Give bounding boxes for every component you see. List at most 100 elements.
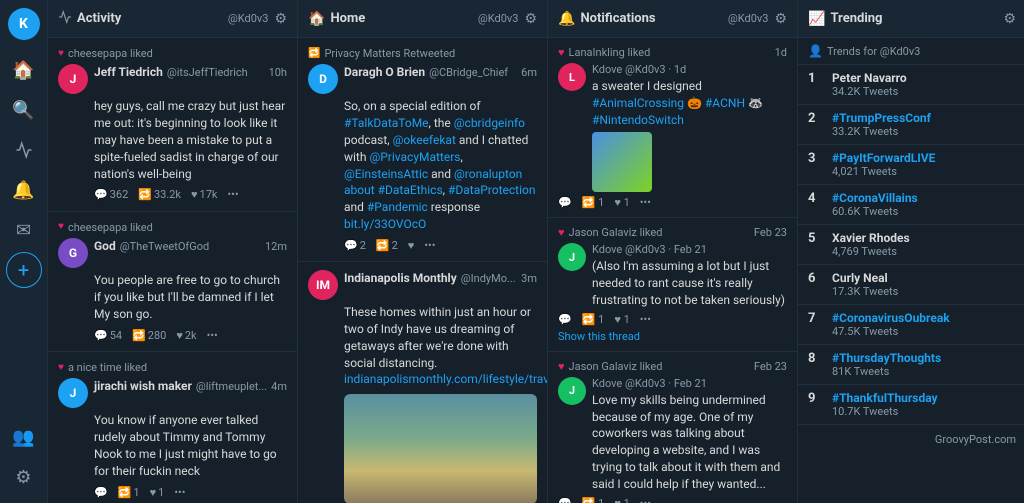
home-tweet-1-meta: 🔁 Privacy Matters Retweeted — [308, 46, 537, 61]
trend-7-name[interactable]: #CoronavirusOubreak — [832, 311, 1016, 325]
tweet-3-retweet[interactable]: 🔁 1 — [118, 485, 140, 500]
activity-column-settings[interactable]: ⚙ — [274, 11, 287, 27]
tweet-2-author-block: God @TheTweetOfGod 12m — [94, 238, 287, 255]
trend-5-name[interactable]: Xavier Rhodes — [832, 231, 1016, 245]
tweet-1-reply[interactable]: 💬 362 — [94, 187, 128, 202]
tweet-2-author[interactable]: God — [94, 238, 116, 255]
trending-column-settings[interactable]: ⚙ — [1003, 11, 1016, 27]
trend-9[interactable]: 9 #ThankfulThursday 10.7K Tweets — [798, 385, 1024, 425]
home-tweet-1-retweet[interactable]: 🔁 2 — [376, 238, 398, 253]
notif-1-like[interactable]: ♥ 1 — [614, 196, 629, 209]
notif-3-like[interactable]: ♥ 1 — [614, 497, 629, 503]
sidebar-icon-home[interactable]: 🏠 — [6, 52, 42, 88]
trend-7[interactable]: 7 #CoronavirusOubreak 47.5K Tweets — [798, 305, 1024, 345]
trend-8[interactable]: 8 #ThursdayThoughts 81K Tweets — [798, 345, 1024, 385]
notif-2-reply[interactable]: 💬 — [558, 313, 572, 326]
mention-link-4[interactable]: @EinsteinsAttic — [344, 167, 428, 181]
trend-5-count: 4,769 Tweets — [832, 245, 1016, 258]
notifications-column-settings[interactable]: ⚙ — [774, 11, 787, 27]
sidebar-icon-settings[interactable]: ⚙ — [6, 459, 42, 495]
trend-2[interactable]: 2 #TrumpPressConf 33.2K Tweets — [798, 105, 1024, 145]
notifications-column-title: Notifications — [580, 11, 727, 26]
notif-2-like[interactable]: ♥ 1 — [614, 313, 629, 326]
home-column-settings[interactable]: ⚙ — [524, 11, 537, 27]
trend-7-info: #CoronavirusOubreak 47.5K Tweets — [832, 311, 1016, 338]
home-column-header: 🏠 Home @Kd0v3 ⚙ — [298, 0, 547, 38]
home-tweet-1-reply[interactable]: 💬 2 — [344, 238, 366, 253]
indy-link[interactable]: indianapolismonthly.com/lifestyle/trav..… — [344, 372, 547, 386]
notif-2-liker: Jason Galaviz liked — [569, 226, 663, 239]
sidebar-icon-search[interactable]: 🔍 — [6, 92, 42, 128]
account-avatar[interactable]: K — [8, 8, 40, 40]
mention-link-1[interactable]: @cbridgeinfo — [454, 116, 525, 130]
tweet-1-more[interactable]: ••• — [227, 187, 238, 202]
tweet-1-author[interactable]: Jeff Tiedrich — [94, 64, 163, 81]
hashtag-link[interactable]: #TalkDataToMe — [344, 116, 429, 130]
trend-6-name[interactable]: Curly Neal — [832, 271, 1016, 285]
home-tweet-1-like[interactable]: ♥ — [408, 238, 415, 253]
tweet-1-like[interactable]: ♥ 17k — [191, 187, 217, 202]
hashtag-data-ethics[interactable]: #DataEthics — [378, 183, 443, 197]
heart-icon-3: ♥ — [58, 361, 64, 375]
notif-2-retweet[interactable]: 🔁 1 — [582, 313, 605, 326]
sidebar-icon-add[interactable]: + — [6, 252, 42, 288]
notif-1-actions: 💬 🔁 1 ♥ 1 ••• — [558, 196, 787, 209]
tweet-3-like[interactable]: ♥ 1 — [150, 485, 165, 500]
tweet-2-retweet[interactable]: 🔁 280 — [132, 328, 166, 343]
tweet-2-like[interactable]: ♥ 2k — [176, 328, 196, 343]
sidebar-icon-messages[interactable]: ✉ — [6, 212, 42, 248]
trend-3-name[interactable]: #PayItForwardLIVE — [832, 151, 1016, 165]
home-tweet-1-author[interactable]: Daragh O Brien — [344, 64, 425, 81]
notif-1-image — [592, 132, 652, 192]
mention-link-3[interactable]: @PrivacyMatters — [369, 150, 460, 164]
sidebar-icon-notifications[interactable]: 🔔 — [6, 172, 42, 208]
trend-6[interactable]: 6 Curly Neal 17.3K Tweets — [798, 265, 1024, 305]
trend-6-info: Curly Neal 17.3K Tweets — [832, 271, 1016, 298]
hashtag-pandemic[interactable]: #Pandemic — [367, 200, 428, 214]
notif-2-more[interactable]: ••• — [640, 313, 651, 326]
trend-4-name[interactable]: #CoronaVillains — [832, 191, 1016, 205]
trend-5[interactable]: 5 Xavier Rhodes 4,769 Tweets — [798, 225, 1024, 265]
home-tweet-1-author-row: Daragh O Brien @CBridge_Chief 6m — [344, 64, 537, 81]
sidebar-icon-activity[interactable] — [6, 132, 42, 168]
notif-1-content: L Kdove @Kd0v3 · 1d a sweater I designed… — [558, 63, 787, 192]
about-text: about — [344, 183, 375, 197]
mention-link-2[interactable]: @okeefekat — [393, 133, 456, 147]
home-column-title: Home — [330, 11, 477, 26]
tweet-2-reply[interactable]: 💬 54 — [94, 328, 122, 343]
hashtag-ac[interactable]: #AnimalCrossing — [592, 96, 684, 110]
home-tweet-2-author[interactable]: Indianapolis Monthly — [344, 270, 457, 287]
notif-3-more[interactable]: ••• — [640, 497, 651, 503]
trend-1-name[interactable]: Peter Navarro — [832, 71, 1016, 85]
tweet-3-author[interactable]: jirachi wish maker — [94, 378, 192, 395]
tweet-2-handle: @TheTweetOfGod — [120, 239, 209, 254]
tweet-3-more[interactable]: ••• — [174, 485, 185, 500]
trend-4-count: 60.6K Tweets — [832, 205, 1016, 218]
trend-3-info: #PayItForwardLIVE 4,021 Tweets — [832, 151, 1016, 178]
notif-1-reply[interactable]: 💬 — [558, 196, 572, 209]
trend-9-name[interactable]: #ThankfulThursday — [832, 391, 1016, 405]
trend-2-name[interactable]: #TrumpPressConf — [832, 111, 1016, 125]
sidebar-icon-people[interactable]: 👥 — [6, 419, 42, 455]
show-thread-link[interactable]: Show this thread — [558, 326, 787, 343]
home-column-handle: @Kd0v3 — [478, 12, 519, 25]
hashtag-acnh[interactable]: #ACNH — [705, 96, 745, 110]
home-tweet-1-more[interactable]: ••• — [424, 238, 435, 253]
tweet-1-retweet[interactable]: 🔁 33.2k — [138, 187, 181, 202]
tweet-1-meta: ♥ cheesepapa liked — [58, 46, 287, 61]
tweet-3-reply[interactable]: 💬 — [94, 485, 108, 500]
trend-4[interactable]: 4 #CoronaVillains 60.6K Tweets — [798, 185, 1024, 225]
notif-3-reply[interactable]: 💬 — [558, 497, 572, 503]
trend-3[interactable]: 3 #PayItForwardLIVE 4,021 Tweets — [798, 145, 1024, 185]
mention-link-5[interactable]: @ronalupton — [454, 167, 522, 181]
notif-2-time: Feb 23 — [754, 226, 787, 239]
hashtag-nintendo[interactable]: #NintendoSwitch — [592, 113, 684, 127]
trend-1[interactable]: 1 Peter Navarro 34.2K Tweets — [798, 65, 1024, 105]
notif-1-more[interactable]: ••• — [640, 196, 651, 209]
tweet-2-more[interactable]: ••• — [207, 328, 218, 343]
bit-link[interactable]: bit.ly/33OVOcO — [344, 217, 426, 231]
hashtag-data-protection[interactable]: #DataProtection — [448, 183, 536, 197]
notif-1-retweet[interactable]: 🔁 1 — [582, 196, 605, 209]
notif-3-retweet[interactable]: 🔁 1 — [582, 497, 605, 503]
trend-8-name[interactable]: #ThursdayThoughts — [832, 351, 1016, 365]
